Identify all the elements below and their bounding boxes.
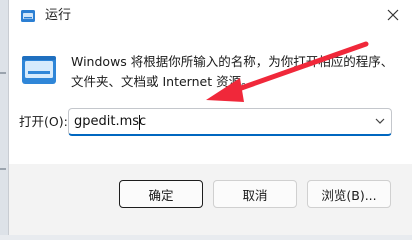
- run-program-icon: [22, 56, 56, 84]
- close-icon[interactable]: [375, 0, 411, 30]
- cancel-button[interactable]: 取消: [213, 180, 297, 208]
- ok-button[interactable]: 确定: [119, 180, 203, 208]
- desktop-mark: [0, 168, 6, 170]
- open-input[interactable]: gpedit.msc: [74, 114, 146, 130]
- text-caret: [139, 115, 140, 130]
- title-bar: 运行: [9, 0, 405, 32]
- browse-button[interactable]: 浏览(B)...: [307, 180, 391, 208]
- desktop-mark: [0, 72, 6, 74]
- annotation-arrow: [206, 41, 369, 102]
- open-combobox[interactable]: gpedit.msc: [68, 108, 392, 136]
- chevron-down-icon[interactable]: [375, 117, 385, 125]
- window-title: 运行: [45, 8, 72, 23]
- open-label: 打开(O):: [19, 114, 68, 129]
- run-icon: [21, 10, 35, 22]
